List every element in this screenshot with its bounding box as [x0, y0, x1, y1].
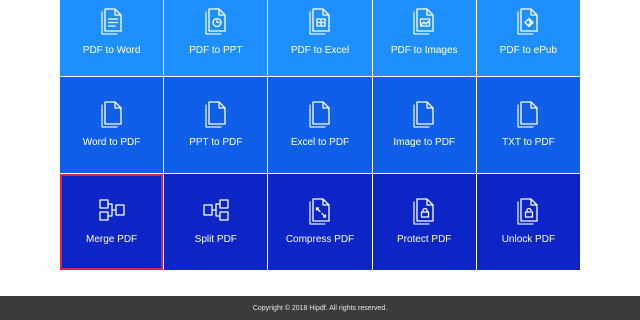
tile-label: TXT to PDF: [502, 137, 555, 148]
tile-label: Merge PDF: [86, 234, 138, 245]
ppt-doc-icon: [200, 4, 232, 36]
tile-pdf-to-word[interactable]: PDF to Word: [60, 0, 164, 76]
image-doc-icon: [408, 4, 440, 36]
tile-protect-pdf[interactable]: Protect PDF: [372, 174, 476, 270]
tile-label: Image to PDF: [393, 137, 456, 148]
footer: Copyright © 2018 Hipdf. All rights reser…: [0, 296, 640, 320]
pdf-doc-icon: [200, 97, 232, 129]
split-icon: [200, 194, 232, 226]
tile-image-to-pdf[interactable]: Image to PDF: [372, 77, 476, 173]
tile-unlock-pdf[interactable]: Unlock PDF: [476, 174, 580, 270]
tile-txt-to-pdf[interactable]: TXT to PDF: [476, 77, 580, 173]
pdf-doc-icon: [304, 97, 336, 129]
tile-label: PPT to PDF: [189, 137, 243, 148]
tile-label: Compress PDF: [285, 234, 355, 245]
tile-label: Split PDF: [194, 234, 237, 245]
tile-pdf-to-epub[interactable]: PDF to ePub: [476, 0, 580, 76]
tile-label: Protect PDF: [396, 234, 452, 245]
merge-icon: [96, 194, 128, 226]
word-doc-icon: [96, 4, 128, 36]
tile-label: PDF to PPT: [189, 45, 243, 56]
copyright-text: Copyright © 2018 Hipdf. All rights reser…: [252, 304, 388, 312]
lock-doc-icon: [408, 194, 440, 226]
tile-pdf-to-excel[interactable]: PDF to Excel: [268, 0, 372, 76]
pdf-doc-icon: [408, 97, 440, 129]
tile-compress-pdf[interactable]: Compress PDF: [268, 174, 372, 270]
tools-grid: PDF to Word PDF to PPT PDF to Excel PDF …: [60, 0, 580, 270]
tile-pdf-to-ppt[interactable]: PDF to PPT: [164, 0, 268, 76]
tile-label: PDF to Excel: [290, 45, 350, 56]
tile-split-pdf[interactable]: Split PDF: [164, 174, 268, 270]
tile-word-to-pdf[interactable]: Word to PDF: [60, 77, 164, 173]
tile-merge-pdf[interactable]: Merge PDF: [60, 174, 164, 270]
epub-doc-icon: [512, 4, 544, 36]
tile-label: Word to PDF: [82, 137, 141, 148]
pdf-doc-icon: [512, 97, 544, 129]
tile-label: Excel to PDF: [290, 137, 350, 148]
tile-pdf-to-images[interactable]: PDF to Images: [372, 0, 476, 76]
pdf-doc-icon: [96, 97, 128, 129]
tile-label: PDF to Images: [390, 45, 458, 56]
tile-ppt-to-pdf[interactable]: PPT to PDF: [164, 77, 268, 173]
tile-label: PDF to Word: [82, 45, 141, 56]
excel-doc-icon: [304, 4, 336, 36]
tile-label: PDF to ePub: [499, 45, 558, 56]
unlock-doc-icon: [512, 194, 544, 226]
tile-label: Unlock PDF: [501, 234, 556, 245]
compress-icon: [304, 194, 336, 226]
tile-excel-to-pdf[interactable]: Excel to PDF: [268, 77, 372, 173]
